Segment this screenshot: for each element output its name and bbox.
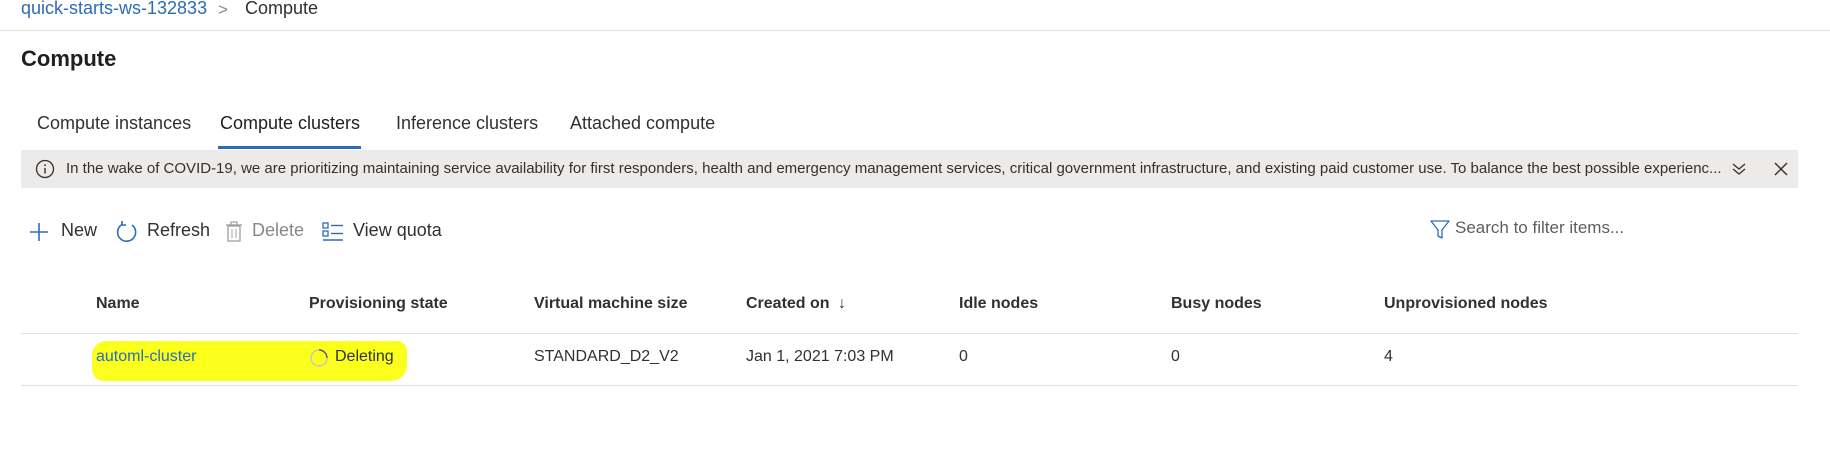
header-row-divider (21, 333, 1798, 334)
tab-attached-compute[interactable]: Attached compute (570, 113, 715, 134)
plus-icon (30, 223, 48, 241)
column-header-provisioning-state[interactable]: Provisioning state (309, 295, 448, 313)
column-header-idle-nodes[interactable]: Idle nodes (959, 295, 1038, 313)
refresh-button-label: Refresh (147, 220, 211, 240)
search-placeholder: Search to filter items... (1455, 218, 1625, 237)
selected-tab-indicator (218, 146, 361, 149)
column-header-created-on[interactable]: Created on ↓ (746, 295, 846, 313)
created-on-cell: Jan 1, 2021 7:03 PM (746, 348, 894, 365)
new-button[interactable]: New (28, 219, 103, 245)
column-header-name[interactable]: Name (96, 295, 140, 313)
header-divider (0, 30, 1830, 31)
column-header-vm-size[interactable]: Virtual machine size (534, 295, 688, 313)
busy-nodes-cell: 0 (1171, 348, 1180, 365)
refresh-button[interactable]: Refresh (115, 219, 215, 245)
sort-descending-icon: ↓ (838, 295, 847, 312)
search-filter-input[interactable]: Search to filter items... (1430, 216, 1690, 244)
breadcrumb-workspace-link[interactable]: quick-starts-ws-132833 (21, 0, 207, 19)
provisioning-state-text: Deleting (335, 348, 394, 365)
page-title: Compute (21, 46, 117, 71)
banner-message: In the wake of COVID-19, we are prioriti… (66, 160, 1722, 177)
column-header-created-on-label: Created on (746, 295, 830, 312)
tab-compute-instances[interactable]: Compute instances (37, 113, 191, 134)
new-button-label: New (61, 220, 98, 240)
spinner-icon (310, 349, 328, 367)
cluster-name-link[interactable]: automl-cluster (96, 348, 196, 366)
breadcrumb-current: Compute (245, 0, 319, 18)
provisioning-state-cell: Deleting (309, 347, 419, 369)
breadcrumb-separator: > (218, 0, 228, 19)
idle-nodes-cell: 0 (959, 348, 968, 365)
refresh-icon (116, 221, 137, 242)
expand-chevron-icon[interactable] (1730, 160, 1748, 178)
quota-list-icon (322, 222, 343, 241)
tab-compute-clusters[interactable]: Compute clusters (220, 113, 360, 134)
row-divider (21, 385, 1798, 386)
trash-icon (226, 221, 242, 242)
delete-button[interactable]: Delete (224, 219, 309, 245)
column-header-busy-nodes[interactable]: Busy nodes (1171, 295, 1262, 313)
close-icon[interactable] (1772, 160, 1790, 178)
unprovisioned-nodes-cell: 4 (1384, 348, 1393, 365)
view-quota-button-label: View quota (353, 220, 442, 240)
tab-inference-clusters[interactable]: Inference clusters (396, 113, 538, 134)
view-quota-button[interactable]: View quota (322, 219, 447, 245)
delete-button-label: Delete (252, 220, 305, 240)
vm-size-cell: STANDARD_D2_V2 (534, 348, 679, 365)
column-header-unprovisioned-nodes[interactable]: Unprovisioned nodes (1384, 295, 1548, 313)
filter-icon (1430, 220, 1450, 239)
info-icon (35, 159, 55, 179)
